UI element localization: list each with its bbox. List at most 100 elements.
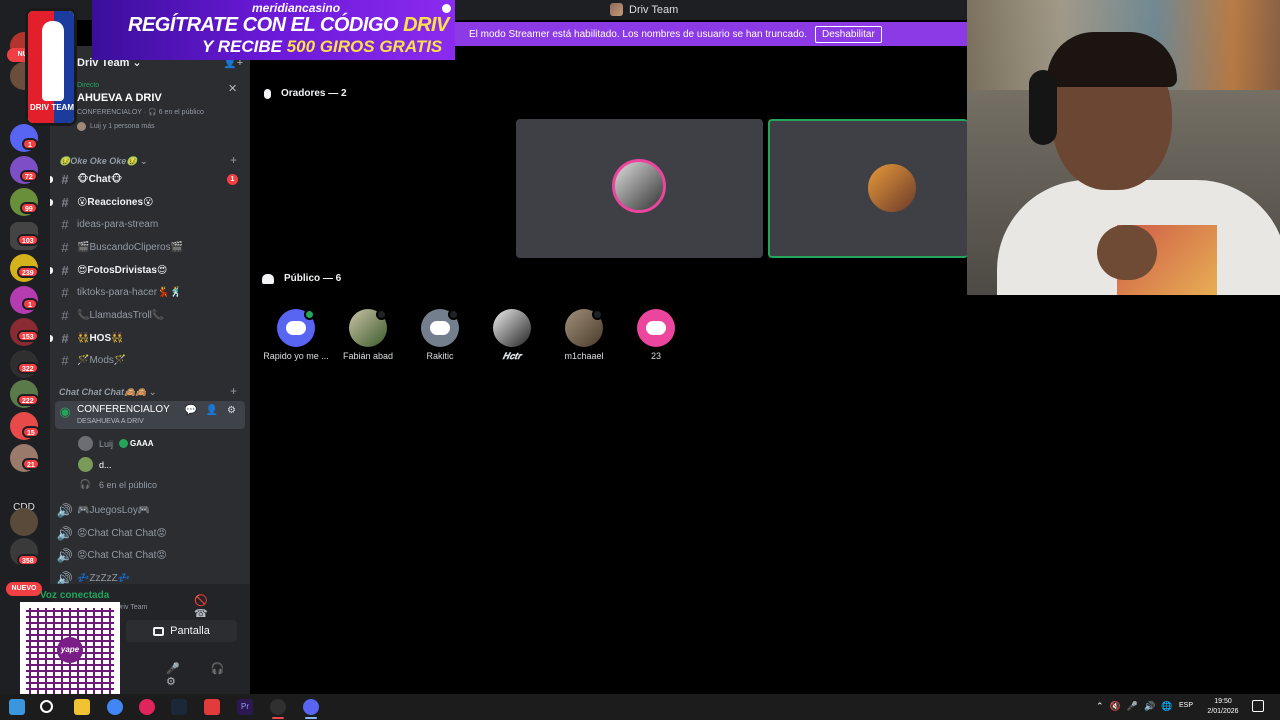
unread-badge: 222 [17, 394, 39, 406]
status-icon [592, 309, 603, 320]
member-name: m1chaael [564, 351, 604, 361]
driv-team-logo: DRIV TEAM [25, 8, 77, 126]
unread-badge: 1 [22, 298, 38, 310]
app-icon[interactable] [204, 699, 220, 715]
qr-code: yape [20, 602, 120, 700]
steam-icon[interactable] [171, 699, 187, 715]
channel-label: 🎮JuegosLoy🎮 [77, 505, 151, 516]
stage-listeners: Luij y 1 persona más [77, 122, 242, 131]
channel-mods[interactable]: # 🪄Mods🪄 [55, 350, 245, 371]
channel-label: CONFERENCIALOY [77, 404, 170, 415]
server-icon[interactable] [10, 508, 38, 536]
system-tray[interactable]: ⌃🔇🎤🔊🌐 [1096, 701, 1178, 712]
channel-label: 😡Chat Chat Chat😡 [77, 528, 167, 539]
speaker-tile[interactable] [516, 119, 763, 258]
channel-reacciones[interactable]: # 😮Reacciones😮 [55, 192, 245, 213]
channel-label: 😮Reacciones😮 [77, 197, 154, 208]
windows-taskbar: Pr ⌃🔇🎤🔊🌐 ESP 19:50 2/01/2026 [0, 694, 1280, 720]
discord-icon [646, 321, 666, 335]
channel-label: 💤ZzZzZ💤 [77, 573, 131, 584]
add-channel-icon[interactable]: + [230, 384, 237, 398]
ad-line-1: REGÍTRATE CON EL CÓDIGO DRIV [128, 14, 449, 36]
unread-badge: 21 [22, 458, 40, 470]
chrome-icon[interactable] [107, 699, 123, 715]
avatar [78, 457, 93, 472]
member-tag: GAAA [119, 439, 154, 448]
unread-badge: 153 [17, 330, 39, 342]
server-icon [610, 3, 623, 16]
channel-label: 😡Chat Chat Chat😡 [77, 550, 167, 561]
channel-label: 👯HOS👯 [77, 333, 124, 344]
channel-label: 📞LlamadasTroll📞 [77, 310, 165, 321]
disable-streamer-button[interactable]: Deshabilitar [814, 25, 882, 43]
speakers-label: Oradores — 2 [281, 88, 347, 99]
ad-close-icon [442, 4, 451, 13]
channel-conferencialoy[interactable]: ◉ CONFERENCIALOY DESAHUEVA A DRIV 💬 👤 ⚙ [55, 401, 245, 429]
file-explorer-icon[interactable] [74, 699, 90, 715]
audience-header: Público — 6 [262, 273, 341, 284]
channel-fotosdrivistas[interactable]: # 😍FotosDrivistas😍 [55, 260, 245, 281]
unread-badge: 239 [17, 266, 39, 278]
discord-icon[interactable] [303, 699, 319, 715]
speaker-icon: 🔊 [56, 547, 74, 563]
clock-time: 19:50 [1214, 698, 1232, 705]
media-player-icon[interactable] [139, 699, 155, 715]
audience-member[interactable]: 23 [621, 309, 691, 361]
speakers-header: Oradores — 2 [264, 88, 347, 99]
window-title: Driv Team [610, 3, 678, 16]
hash-icon: # [61, 263, 69, 278]
audience-count[interactable]: 🎧 6 en el público [78, 479, 157, 490]
status-icon [448, 309, 459, 320]
ad-brand: meridiancasino [252, 1, 341, 15]
mention-badge: 1 [227, 174, 238, 185]
audience-member[interactable]: m1chaael [549, 309, 619, 361]
category-header[interactable]: 🤢Oke Oke Oke🤢 ⌄ [59, 156, 148, 167]
language-indicator[interactable]: ESP [1179, 702, 1193, 709]
audience-label: Público — 6 [284, 273, 342, 284]
hash-icon: # [61, 195, 69, 210]
obs-icon[interactable] [270, 699, 286, 715]
channel-buscandocliperos[interactable]: # 🎬BuscandoCliperos🎬 [55, 237, 245, 258]
webcam-overlay [967, 0, 1280, 295]
channel-llamadastroll[interactable]: # 📞LlamadasTroll📞 [55, 305, 245, 326]
user-controls[interactable]: 🎤 🎧 ⚙ [166, 662, 250, 688]
speaker-tile[interactable] [768, 119, 968, 258]
voice-channel-chat[interactable]: 🔊 😡Chat Chat Chat😡 [55, 545, 245, 566]
status-icon [376, 309, 387, 320]
channel-tools[interactable]: 💬 👤 ⚙ [185, 405, 239, 416]
unread-badge: 15 [22, 426, 40, 438]
notifications-icon[interactable] [1252, 700, 1264, 712]
audience-member[interactable]: 𝑯𝒄𝒕𝒓 [477, 309, 547, 362]
close-icon[interactable]: ✕ [228, 82, 237, 95]
clock[interactable]: 19:50 2/01/2026 [1203, 697, 1243, 717]
audience-member[interactable]: Rapido yo me ... [261, 309, 331, 361]
add-channel-icon[interactable]: + [230, 153, 237, 167]
member-name: Rapido yo me ... [263, 351, 329, 361]
voice-status[interactable]: Voz conectada [40, 590, 109, 601]
hash-icon: # [61, 285, 69, 300]
channel-chat[interactable]: # 🐵Chat🐵 1 [55, 169, 245, 190]
channel-ideas-para-stream[interactable]: # ideas-para-stream [55, 214, 245, 235]
casino-ad-overlay: meridiancasino REGÍTRATE CON EL CÓDIGO D… [92, 0, 455, 60]
stage-member[interactable]: Luij GAAA [78, 436, 154, 451]
category-header[interactable]: Chat Chat Chat🙈🙈 ⌄ [59, 387, 156, 398]
stage-member[interactable]: d... [78, 457, 112, 472]
windows-start-icon[interactable] [9, 699, 25, 715]
voice-channel-chat[interactable]: 🔊 😡Chat Chat Chat😡 [55, 523, 245, 544]
channel-tiktoks-para-hacer[interactable]: # tiktoks-para-hacer💃🕺 [55, 282, 245, 303]
channel-hos[interactable]: # 👯HOS👯 [55, 328, 245, 349]
voice-channel-juegosloy[interactable]: 🔊 🎮JuegosLoy🎮 [55, 500, 245, 521]
channel-label: tiktoks-para-hacer💃🕺 [77, 287, 182, 298]
search-icon[interactable] [40, 700, 53, 713]
avatar [349, 309, 387, 347]
unread-badge: 103 [17, 234, 39, 246]
premiere-icon[interactable]: Pr [237, 699, 253, 715]
share-screen-button[interactable]: Pantalla [126, 620, 237, 642]
avatar [78, 436, 93, 451]
voice-controls[interactable]: 🚫 ☎ [194, 594, 250, 620]
audience-member[interactable]: Fabián abad [333, 309, 403, 361]
audience-member[interactable]: Rakitic [405, 309, 475, 361]
live-label: Directo [77, 82, 100, 89]
audience-label: 6 en el público [99, 479, 158, 490]
live-stage-card[interactable]: Directo AHUEVA A DRIV CONFERENCIALOY · 🎧… [77, 82, 242, 146]
